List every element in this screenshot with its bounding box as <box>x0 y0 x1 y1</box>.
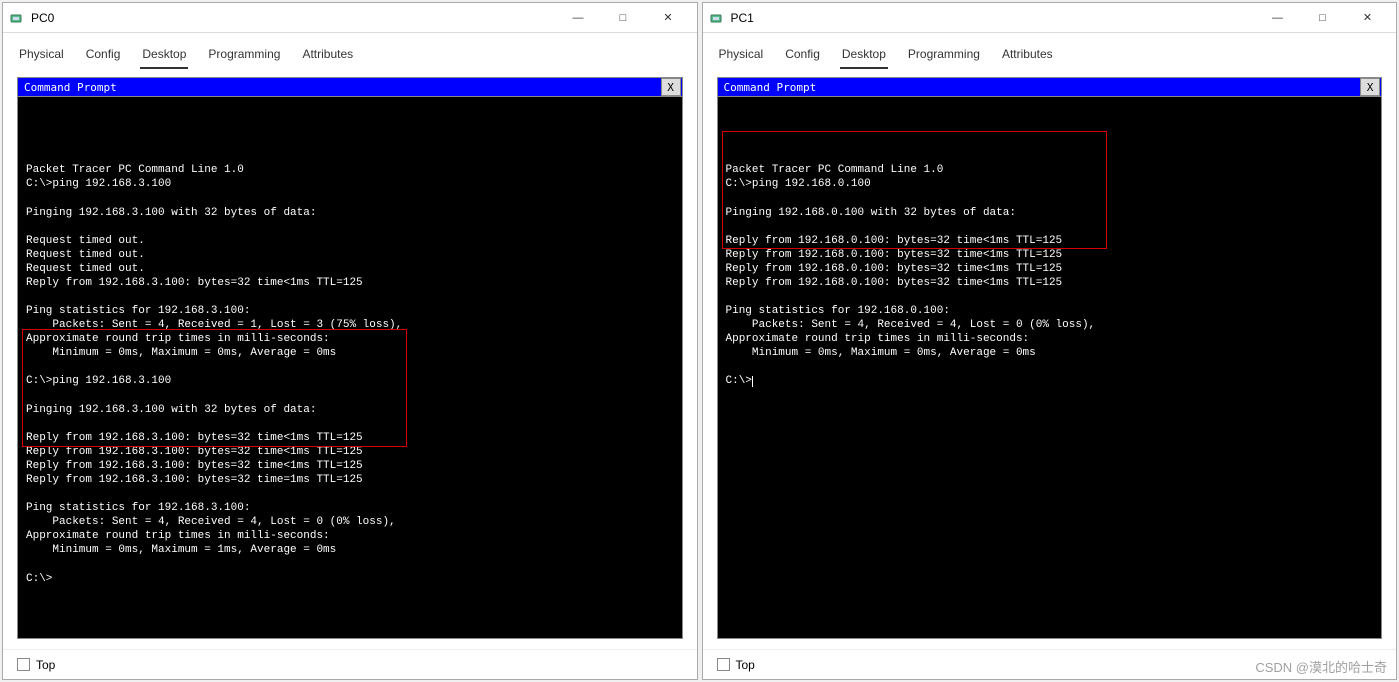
titlebar[interactable]: PC1 — □ ✕ <box>703 3 1397 33</box>
terminal-line <box>26 220 674 234</box>
command-prompt-title: Command Prompt <box>724 81 1361 94</box>
terminal-line <box>26 417 674 431</box>
terminal-line <box>26 191 674 205</box>
terminal-line: Reply from 192.168.0.100: bytes=32 time<… <box>726 234 1374 248</box>
terminal-line: Packets: Sent = 4, Received = 1, Lost = … <box>26 318 674 332</box>
app-icon <box>709 10 725 26</box>
maximize-button[interactable]: □ <box>601 4 646 32</box>
top-label: Top <box>36 658 55 672</box>
content-area: Command Prompt X Packet Tracer PC Comman… <box>3 69 697 649</box>
terminal-line: C:\>ping 192.168.3.100 <box>26 177 674 191</box>
tab-config[interactable]: Config <box>84 43 123 69</box>
minimize-button[interactable]: — <box>1255 4 1300 32</box>
terminal-line: Reply from 192.168.3.100: bytes=32 time<… <box>26 276 674 290</box>
terminal-line: Pinging 192.168.3.100 with 32 bytes of d… <box>26 403 674 417</box>
command-prompt-title: Command Prompt <box>24 81 661 94</box>
window-title: PC0 <box>31 11 556 25</box>
terminal-line: Request timed out. <box>26 234 674 248</box>
terminal-line: Approximate round trip times in milli-se… <box>726 332 1374 346</box>
command-prompt-header: Command Prompt X <box>717 77 1383 97</box>
terminal[interactable]: Packet Tracer PC Command Line 1.0C:\>pin… <box>717 97 1383 639</box>
window-title: PC1 <box>731 11 1256 25</box>
terminal-line: Request timed out. <box>26 248 674 262</box>
terminal-line: Pinging 192.168.0.100 with 32 bytes of d… <box>726 206 1374 220</box>
tab-programming[interactable]: Programming <box>906 43 982 69</box>
terminal-line: Ping statistics for 192.168.3.100: <box>26 304 674 318</box>
terminal-line: C:\> <box>26 572 674 586</box>
terminal[interactable]: Packet Tracer PC Command Line 1.0C:\>pin… <box>17 97 683 639</box>
terminal-line: C:\>ping 192.168.3.100 <box>26 374 674 388</box>
terminal-line: Request timed out. <box>26 262 674 276</box>
content-area: Command Prompt X Packet Tracer PC Comman… <box>703 69 1397 649</box>
terminal-line: Pinging 192.168.3.100 with 32 bytes of d… <box>26 206 674 220</box>
terminal-line: Ping statistics for 192.168.3.100: <box>26 501 674 515</box>
terminal-line: Minimum = 0ms, Maximum = 0ms, Average = … <box>726 346 1374 360</box>
tab-config[interactable]: Config <box>783 43 822 69</box>
terminal-line: Minimum = 0ms, Maximum = 0ms, Average = … <box>26 346 674 360</box>
footer: Top <box>3 649 697 679</box>
terminal-line <box>726 149 1374 163</box>
close-button[interactable]: ✕ <box>646 4 691 32</box>
terminal-line: Approximate round trip times in milli-se… <box>26 332 674 346</box>
terminal-line: Reply from 192.168.0.100: bytes=32 time<… <box>726 276 1374 290</box>
terminal-line: Ping statistics for 192.168.0.100: <box>726 304 1374 318</box>
tab-attributes[interactable]: Attributes <box>1000 43 1055 69</box>
window-pc0: PC0 — □ ✕ Physical Config Desktop Progra… <box>2 2 698 680</box>
terminal-line: C:\>ping 192.168.0.100 <box>726 177 1374 191</box>
top-checkbox[interactable] <box>17 658 30 671</box>
terminal-line: Reply from 192.168.0.100: bytes=32 time<… <box>726 248 1374 262</box>
command-prompt-header: Command Prompt X <box>17 77 683 97</box>
tab-physical[interactable]: Physical <box>717 43 766 69</box>
terminal-line <box>726 191 1374 205</box>
tab-programming[interactable]: Programming <box>206 43 282 69</box>
terminal-line <box>26 360 674 374</box>
terminal-line: Reply from 192.168.3.100: bytes=32 time=… <box>26 473 674 487</box>
tab-desktop[interactable]: Desktop <box>140 43 188 69</box>
terminal-line: Packet Tracer PC Command Line 1.0 <box>726 163 1374 177</box>
tab-attributes[interactable]: Attributes <box>300 43 355 69</box>
tab-desktop[interactable]: Desktop <box>840 43 888 69</box>
terminal-line: Approximate round trip times in milli-se… <box>26 529 674 543</box>
titlebar[interactable]: PC0 — □ ✕ <box>3 3 697 33</box>
cursor <box>752 376 753 387</box>
tab-physical[interactable]: Physical <box>17 43 66 69</box>
terminal-line <box>26 290 674 304</box>
terminal-line: Packet Tracer PC Command Line 1.0 <box>26 163 674 177</box>
terminal-line <box>26 149 674 163</box>
minimize-button[interactable]: — <box>556 4 601 32</box>
top-checkbox[interactable] <box>717 658 730 671</box>
terminal-line <box>726 360 1374 374</box>
terminal-line <box>726 290 1374 304</box>
window-pc1: PC1 — □ ✕ Physical Config Desktop Progra… <box>702 2 1398 680</box>
app-icon <box>9 10 25 26</box>
maximize-button[interactable]: □ <box>1300 4 1345 32</box>
footer: Top <box>703 649 1397 679</box>
command-prompt-close-button[interactable]: X <box>661 78 681 96</box>
terminal-line: Reply from 192.168.3.100: bytes=32 time<… <box>26 431 674 445</box>
tabs: Physical Config Desktop Programming Attr… <box>703 33 1397 69</box>
close-button[interactable]: ✕ <box>1345 4 1390 32</box>
terminal-line: Reply from 192.168.0.100: bytes=32 time<… <box>726 262 1374 276</box>
terminal-line: Minimum = 0ms, Maximum = 1ms, Average = … <box>26 543 674 557</box>
terminal-line: Packets: Sent = 4, Received = 4, Lost = … <box>26 515 674 529</box>
terminal-line <box>26 487 674 501</box>
terminal-line <box>26 558 674 572</box>
terminal-line: Reply from 192.168.3.100: bytes=32 time<… <box>26 459 674 473</box>
tabs: Physical Config Desktop Programming Attr… <box>3 33 697 69</box>
terminal-line <box>26 389 674 403</box>
command-prompt-close-button[interactable]: X <box>1360 78 1380 96</box>
terminal-line: C:\> <box>726 374 1374 388</box>
terminal-line: Packets: Sent = 4, Received = 4, Lost = … <box>726 318 1374 332</box>
terminal-line <box>726 220 1374 234</box>
top-label: Top <box>736 658 755 672</box>
terminal-line: Reply from 192.168.3.100: bytes=32 time<… <box>26 445 674 459</box>
